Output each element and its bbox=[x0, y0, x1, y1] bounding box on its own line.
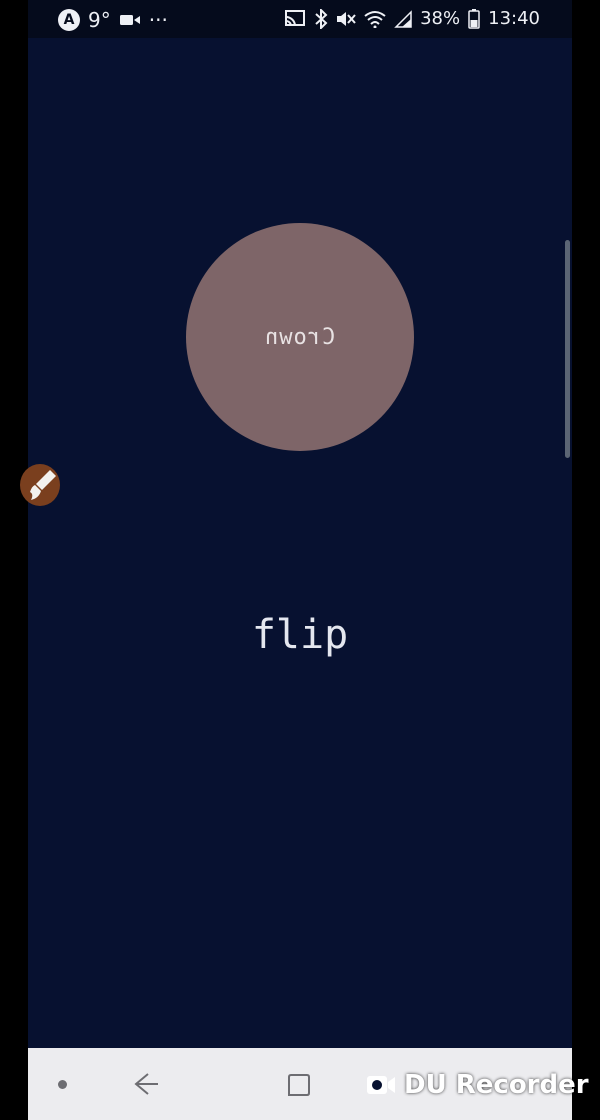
more-notifications-icon: ··· bbox=[148, 8, 168, 32]
battery-icon bbox=[468, 8, 480, 29]
back-arrow-icon[interactable] bbox=[130, 1068, 162, 1100]
cast-icon bbox=[285, 9, 306, 26]
mute-icon bbox=[337, 11, 356, 26]
brush-icon bbox=[30, 470, 56, 500]
nav-dot-icon[interactable] bbox=[58, 1080, 67, 1089]
recent-apps-icon[interactable] bbox=[286, 1072, 312, 1098]
flip-label: flip bbox=[251, 612, 349, 658]
battery-percent: 38% bbox=[420, 8, 461, 29]
circle-text: Crown bbox=[264, 324, 336, 350]
app-notification-icon: A bbox=[58, 9, 80, 31]
status-bar: A 9° ··· 38% 13:40 bbox=[28, 0, 572, 38]
status-left: A 9° ··· bbox=[58, 8, 168, 32]
status-right: 38% 13:40 bbox=[284, 8, 540, 29]
floating-brush-button[interactable] bbox=[20, 464, 60, 506]
video-camera-icon bbox=[119, 15, 140, 25]
app-screen: Crown flip bbox=[20, 38, 572, 1048]
clock: 13:40 bbox=[488, 8, 540, 29]
flip-circle[interactable]: Crown bbox=[186, 223, 414, 451]
weather-temperature: 9° bbox=[88, 8, 111, 32]
signal-icon bbox=[394, 9, 412, 28]
scroll-indicator bbox=[565, 240, 570, 458]
watermark-text: DU Recorder bbox=[404, 1070, 589, 1100]
du-recorder-watermark: DU Recorder bbox=[366, 1070, 589, 1100]
wifi-icon bbox=[364, 10, 386, 28]
du-recorder-logo-icon bbox=[367, 1076, 395, 1094]
bluetooth-icon bbox=[315, 8, 328, 29]
